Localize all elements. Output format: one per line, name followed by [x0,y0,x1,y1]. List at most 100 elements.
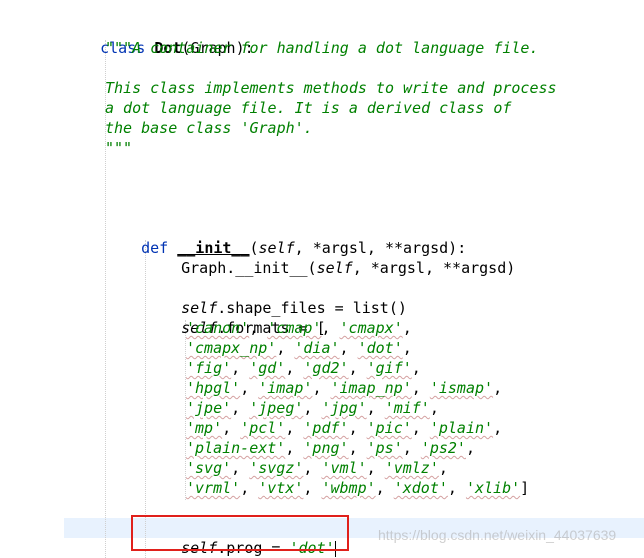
format-string: 'svg' [186,459,232,477]
format-string: 'jpe' [186,399,232,417]
self-arg: self [316,259,353,277]
format-string: 'xlib' [465,479,521,497]
format-string: 'cmapx' [339,319,403,337]
format-string: 'dia' [294,339,340,357]
format-string: 'dot' [357,339,403,357]
comma: , [411,359,421,377]
format-string: 'vml' [321,459,367,477]
comma: , [402,439,421,457]
comma: , [312,379,331,397]
comma: , [447,479,466,497]
docstring-line[interactable]: This class implements methods to write a… [105,78,557,98]
comma: , [366,399,385,417]
formats-row[interactable]: 'canon', 'cmap', 'cmapx', [186,318,412,338]
graph-call-prefix: Graph.__init__( [181,259,317,277]
docstring-text: the base class 'Graph'. [105,119,313,137]
format-string: 'gd2' [303,359,349,377]
format-string: 'jpeg' [249,399,304,417]
docstring-text: """A container for handling a dot langua… [105,39,539,57]
formats-row[interactable]: 'fig', 'gd', 'gd2', 'gif', [186,358,421,378]
formats-row[interactable]: 'hpgl', 'imap', 'imap_np', 'ismap', [186,378,502,398]
comma: , [348,439,367,457]
comma: , [249,319,268,337]
comma: , [285,439,304,457]
format-string: 'svgz' [249,459,304,477]
comma: , [411,379,430,397]
formats-row[interactable]: 'plain-ext', 'png', 'ps', 'ps2', [186,438,475,458]
comma: , [348,419,367,437]
comma: , [493,379,503,397]
comma: , [276,339,295,357]
comma: , [303,399,322,417]
format-string: 'fig' [186,359,232,377]
format-string: 'vrml' [186,479,241,497]
format-string: 'vmlz' [384,459,439,477]
format-string: 'pcl' [240,419,286,437]
format-string: 'hpgl' [186,379,241,397]
comma: , [402,319,412,337]
format-string: 'xdot' [393,479,448,497]
comma: , [375,479,394,497]
docstring-text: """ [105,139,133,157]
docstring-line[interactable]: """ [105,138,132,158]
highlight-box [131,515,349,551]
format-string: 'wbmp' [321,479,376,497]
code-line-def-init[interactable]: def __init__(self, *argsl, **argsd): [105,218,466,257]
comma: , [231,359,250,377]
comma: , [493,419,503,437]
format-string: 'gd' [249,359,286,377]
code-editor[interactable]: class Dot(Graph): """A container for han… [0,0,644,558]
comma: , [303,479,322,497]
comma: , [240,379,259,397]
format-string: 'pic' [366,419,412,437]
format-string: 'cmapx_np' [186,339,277,357]
docstring-line[interactable]: a dot language file. It is a derived cla… [105,98,511,118]
comma: , [348,359,367,377]
comma: , [366,459,385,477]
format-string: 'cmap' [267,319,322,337]
watermark: https://blog.csdn.net/weixin_44037639 [378,527,617,543]
format-string: 'mp' [186,419,223,437]
format-string: 'plain-ext' [186,439,286,457]
code-line-shape-files[interactable]: self.shape_files = list() [145,278,407,317]
format-string: 'imap' [258,379,313,397]
comma: , [438,459,448,477]
formats-row[interactable]: 'jpe', 'jpeg', 'jpg', 'mif', [186,398,439,418]
format-string: 'imap_np' [330,379,412,397]
format-string: 'plain' [429,419,494,437]
format-string: 'vtx' [258,479,304,497]
code-line-formats[interactable]: self.formats = [ [145,298,326,337]
docstring-text: a dot language file. It is a derived cla… [105,99,512,117]
format-string: 'ps' [366,439,403,457]
format-string: 'mif' [384,399,430,417]
close-bracket: ] [520,479,530,497]
comma: , [285,359,304,377]
comma: , [222,419,241,437]
comma: , [231,399,250,417]
formats-row[interactable]: 'svg', 'svgz', 'vml', 'vmlz', [186,458,448,478]
format-string: 'ps2' [420,439,466,457]
formats-row[interactable]: 'mp', 'pcl', 'pdf', 'pic', 'plain', [186,418,502,438]
comma: , [429,399,439,417]
comma: , [240,479,259,497]
code-line-graph-init[interactable]: Graph.__init__(self, *argsl, **argsd) [145,238,515,277]
format-string: 'jpg' [321,399,367,417]
comma: , [231,459,250,477]
format-string: 'gif' [366,359,412,377]
formats-row[interactable]: 'vrml', 'vtx', 'wbmp', 'xdot', 'xlib'] [186,478,529,498]
comma: , [321,319,340,337]
comma: , [339,339,358,357]
graph-call-rest: , *argsl, **argsd) [352,259,516,277]
code-line-class-def[interactable]: class Dot(Graph): [64,18,254,57]
format-string: 'ismap' [429,379,494,397]
comma: , [465,439,475,457]
format-string: 'canon' [186,319,250,337]
docstring-text: This class implements methods to write a… [105,79,557,97]
format-string: 'pdf' [303,419,349,437]
docstring-line[interactable]: the base class 'Graph'. [105,118,313,138]
docstring-line[interactable]: """A container for handling a dot langua… [105,38,538,58]
comma: , [285,419,304,437]
formats-row[interactable]: 'cmapx_np', 'dia', 'dot', [186,338,412,358]
comma: , [411,419,430,437]
format-string: 'png' [303,439,349,457]
